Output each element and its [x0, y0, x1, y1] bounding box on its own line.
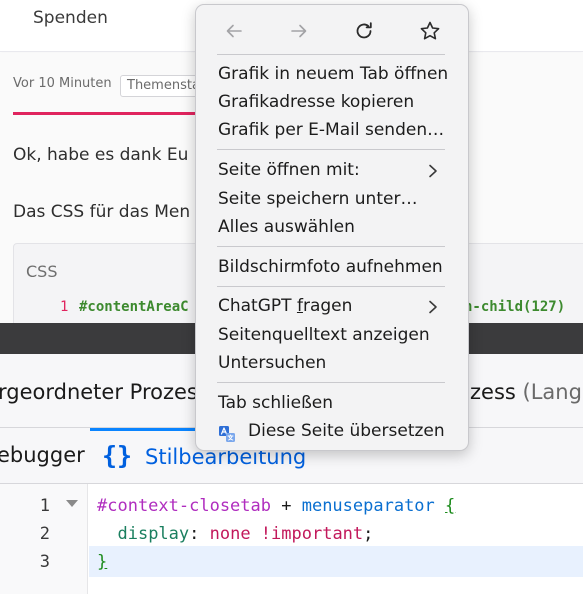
- context-menu-navigation: [196, 5, 468, 55]
- back-button[interactable]: [220, 17, 248, 45]
- css-editor[interactable]: 1 2 3 #context-closetab + menuseparator …: [0, 484, 583, 594]
- editor-gutter: 1 2 3: [0, 484, 88, 594]
- back-arrow-icon: [226, 24, 242, 38]
- menu-separator: [217, 54, 445, 55]
- process-label-right[interactable]: zess (Langsa: [470, 380, 583, 404]
- forward-arrow-icon: [291, 24, 307, 38]
- code-line-2[interactable]: display: none !important;: [97, 524, 373, 544]
- forward-button[interactable]: [285, 17, 313, 45]
- menu-item-save-page-as[interactable]: Seite speichern unter…: [218, 189, 417, 209]
- menu-item-open-image-new-tab[interactable]: Grafik in neuem Tab öffnen: [218, 64, 448, 84]
- menu-item-select-all[interactable]: Alles auswählen: [218, 217, 355, 237]
- code-line-1[interactable]: #context-closetab + menuseparator {: [97, 496, 455, 516]
- context-menu: Grafik in neuem Tab öffnen Grafikadresse…: [195, 4, 469, 451]
- nav-link-donate[interactable]: Spenden: [33, 8, 108, 28]
- code-line-number: 1: [60, 299, 69, 315]
- menu-item-view-page-source[interactable]: Seitenquelltext anzeigen: [218, 325, 430, 345]
- code-language-label: CSS: [26, 262, 58, 281]
- menu-separator: [217, 382, 445, 383]
- bookmark-star-icon: [420, 21, 440, 40]
- menu-item-copy-image-address[interactable]: Grafikadresse kopieren: [218, 92, 414, 112]
- tab-debugger[interactable]: ebugger: [0, 443, 85, 467]
- menu-item-email-image[interactable]: Grafik per E-Mail senden…: [218, 120, 444, 140]
- code-line-tail: h-child(127): [464, 299, 566, 315]
- menu-item-close-tab[interactable]: Tab schließen: [218, 393, 333, 413]
- menu-item-ask-chatgpt[interactable]: ChatGPT fragen: [218, 296, 352, 316]
- menu-separator: [217, 246, 445, 247]
- chevron-right-icon: [429, 164, 437, 178]
- fold-arrow-icon[interactable]: [66, 500, 78, 507]
- code-line-3[interactable]: }: [97, 552, 107, 572]
- line-number: 3: [39, 552, 50, 572]
- line-number: 2: [39, 524, 50, 544]
- menu-item-translate-page[interactable]: Diese Seite übersetzen: [248, 421, 445, 441]
- chevron-right-icon: [429, 300, 437, 314]
- post-divider: [13, 112, 203, 115]
- post-text-line: Ok, habe es dank Eu: [13, 145, 189, 165]
- reload-button[interactable]: [350, 17, 378, 45]
- code-line: #contentAreaC: [79, 299, 189, 315]
- bookmark-button[interactable]: [416, 17, 444, 45]
- menu-separator: [217, 286, 445, 287]
- line-number: 1: [39, 496, 50, 516]
- menu-item-inspect[interactable]: Untersuchen: [218, 353, 326, 373]
- braces-icon: {}: [102, 441, 133, 470]
- active-line-highlight: [89, 546, 583, 577]
- reload-icon: [356, 22, 372, 39]
- menu-item-open-page-with[interactable]: Seite öffnen mit:: [218, 160, 360, 180]
- post-text-line: Das CSS für das Men: [13, 202, 191, 222]
- menu-item-take-screenshot[interactable]: Bildschirmfoto aufnehmen: [218, 257, 443, 277]
- menu-separator: [217, 149, 445, 150]
- process-label-left[interactable]: rgeordneter Prozess: [0, 380, 209, 404]
- translate-icon: [219, 426, 235, 442]
- post-timestamp[interactable]: Vor 10 Minuten: [13, 76, 112, 91]
